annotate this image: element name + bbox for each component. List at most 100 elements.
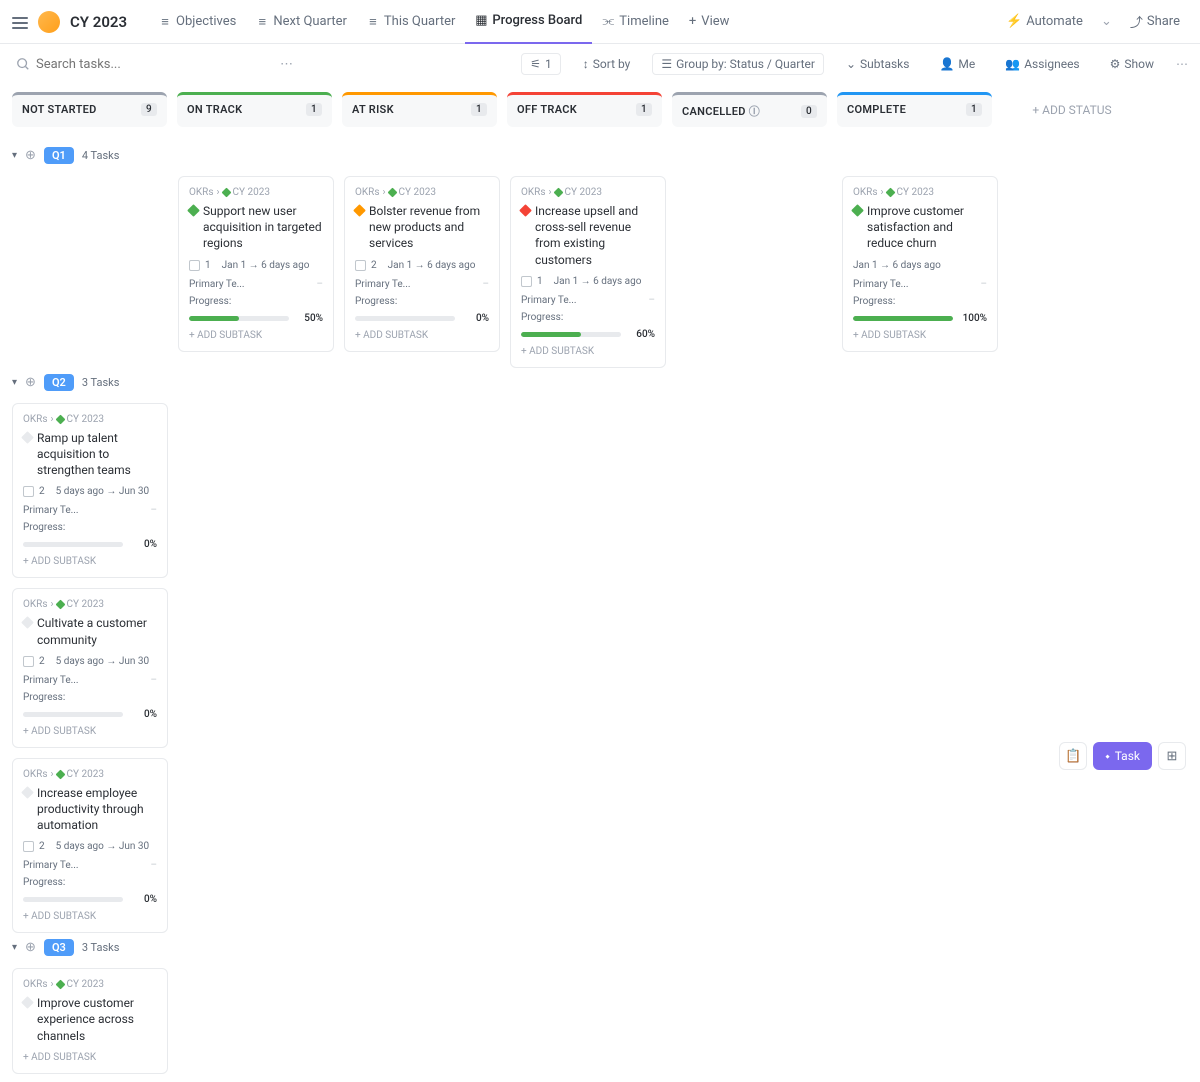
card-title-text: Bolster revenue from new products and se… [369, 203, 489, 252]
apps-button[interactable]: ⊞ [1158, 742, 1186, 770]
status-diamond-icon [21, 996, 34, 1009]
add-status-button[interactable]: + ADD STATUS [1002, 92, 1142, 127]
add-subtask-button[interactable]: + ADD SUBTASK [189, 330, 323, 341]
status-diamond-icon [353, 204, 366, 217]
add-subtask-button[interactable]: + ADD SUBTASK [23, 726, 157, 737]
card-dates: Jan 1 → 6 days ago [388, 260, 476, 271]
people-icon: 👥 [1005, 57, 1020, 71]
progress-label: Progress: [355, 296, 397, 307]
card-title-text: Support new user acquisition in targeted… [203, 203, 323, 252]
progress-bar [189, 316, 289, 321]
column-count: 1 [306, 103, 322, 116]
add-subtask-button[interactable]: + ADD SUBTASK [521, 346, 655, 357]
group-count: 3 Tasks [82, 376, 120, 389]
card-breadcrumb: OKRs›CY 2023 [23, 979, 157, 990]
collapse-icon[interactable]: ▾ [12, 942, 17, 953]
status-diamond-icon [851, 204, 864, 217]
subtasks-button[interactable]: ⌄ Subtasks [838, 53, 917, 75]
expand-icon[interactable]: ⊕ [25, 940, 36, 955]
me-label: Me [958, 57, 975, 71]
team-label: Primary Te... [853, 279, 909, 290]
tab-objectives[interactable]: ≡ Objectives [149, 0, 246, 44]
team-label: Primary Te... [23, 505, 79, 516]
tab-this-quarter[interactable]: ≡ This Quarter [357, 0, 465, 44]
team-label: Primary Te... [189, 279, 245, 290]
progress-percent: 50% [295, 313, 323, 324]
card-breadcrumb: OKRs›CY 2023 [355, 187, 489, 198]
view-button[interactable]: + View [679, 0, 740, 44]
column-count: 0 [801, 105, 817, 118]
column-title: OFF TRACK [517, 103, 577, 116]
task-card[interactable]: OKRs›CY 2023 Cultivate a customer commun… [12, 588, 168, 747]
info-icon[interactable]: ⓘ [749, 105, 760, 118]
task-card[interactable]: OKRs›CY 2023 Improve customer satisfacti… [842, 176, 998, 352]
group-badge[interactable]: Q1 [44, 147, 74, 164]
subtask-icon: ⌄ [846, 57, 856, 71]
card-breadcrumb: OKRs›CY 2023 [23, 414, 157, 425]
task-card[interactable]: OKRs›CY 2023 Ramp up talent acquisition … [12, 403, 168, 579]
tab-progress-board[interactable]: ▦ Progress Board [465, 0, 592, 44]
task-card[interactable]: OKRs›CY 2023 Increase employee productiv… [12, 758, 168, 934]
filter-pill[interactable]: ⚟ 1 [521, 53, 561, 75]
card-title-text: Increase upsell and cross-sell revenue f… [535, 203, 655, 268]
add-subtask-button[interactable]: + ADD SUBTASK [853, 330, 987, 341]
group-by-pill[interactable]: ☰ Group by: Status / Quarter [652, 53, 824, 75]
team-label: Primary Te... [23, 675, 79, 686]
team-label: Primary Te... [521, 295, 577, 306]
add-subtask-button[interactable]: + ADD SUBTASK [23, 1052, 157, 1063]
status-diamond-icon [519, 204, 532, 217]
group-count: 4 Tasks [82, 149, 120, 162]
task-card[interactable]: OKRs›CY 2023 Support new user acquisitio… [178, 176, 334, 352]
assignees-button[interactable]: 👥 Assignees [997, 53, 1087, 75]
task-card[interactable]: OKRs›CY 2023 Increase upsell and cross-s… [510, 176, 666, 368]
group-badge[interactable]: Q2 [44, 374, 74, 391]
tab-label: Progress Board [492, 13, 582, 28]
subtask-count-icon [23, 656, 34, 667]
me-button[interactable]: 👤 Me [931, 53, 983, 75]
add-subtask-button[interactable]: + ADD SUBTASK [23, 911, 157, 922]
new-task-button[interactable]: ⬩ Task [1093, 742, 1152, 770]
collapse-icon[interactable]: ▾ [12, 150, 17, 161]
column-cancelled: CANCELLED ⓘ 0 [672, 92, 827, 127]
task-card[interactable]: OKRs›CY 2023 Bolster revenue from new pr… [344, 176, 500, 352]
progress-label: Progress: [23, 522, 65, 533]
task-card[interactable]: OKRs›CY 2023 Improve customer experience… [12, 968, 168, 1074]
subtask-count-icon [189, 260, 200, 271]
view-label: View [701, 14, 729, 29]
add-subtask-button[interactable]: + ADD SUBTASK [23, 556, 157, 567]
chevron-down-icon[interactable]: ⌄ [1101, 14, 1112, 29]
column-on-track: ON TRACK 1 [177, 92, 332, 127]
plus-icon: + [689, 14, 696, 29]
column-title: NOT STARTED [22, 103, 97, 116]
clipboard-button[interactable]: 📋 [1059, 742, 1087, 770]
expand-icon[interactable]: ⊕ [25, 375, 36, 390]
search-input[interactable] [12, 51, 272, 78]
column-title: CANCELLED ⓘ [682, 103, 760, 119]
automate-button[interactable]: ⚡ Automate [998, 10, 1091, 33]
share-button[interactable]: ⤴ Share [1122, 8, 1188, 35]
filter-count: 1 [545, 57, 552, 71]
show-button[interactable]: ⚙ Show [1102, 53, 1162, 75]
subtasks-label: Subtasks [860, 57, 909, 71]
column-off-track: OFF TRACK 1 [507, 92, 662, 127]
lane-off_track: OKRs›CY 2023 Increase upsell and cross-s… [510, 176, 666, 368]
tab-next-quarter[interactable]: ≡ Next Quarter [246, 0, 357, 44]
subtask-count-icon [23, 486, 34, 497]
progress-label: Progress: [23, 877, 65, 888]
more-icon[interactable]: ⋯ [280, 57, 293, 72]
progress-percent: 0% [461, 313, 489, 324]
column-title: ON TRACK [187, 103, 242, 116]
sort-button[interactable]: ↕ Sort by [575, 53, 639, 75]
expand-icon[interactable]: ⊕ [25, 148, 36, 163]
hamburger-icon[interactable] [12, 14, 28, 30]
collapse-icon[interactable]: ▾ [12, 377, 17, 388]
group-icon: ☰ [661, 57, 672, 71]
more-icon[interactable]: ⋯ [1176, 57, 1188, 71]
tab-label: Next Quarter [273, 14, 347, 29]
card-title-text: Increase employee productivity through a… [37, 785, 157, 834]
column-count: 1 [636, 103, 652, 116]
team-value: – [648, 295, 655, 306]
group-badge[interactable]: Q3 [44, 939, 74, 956]
add-subtask-button[interactable]: + ADD SUBTASK [355, 330, 489, 341]
tab-timeline[interactable]: ⫘ Timeline [592, 0, 679, 44]
